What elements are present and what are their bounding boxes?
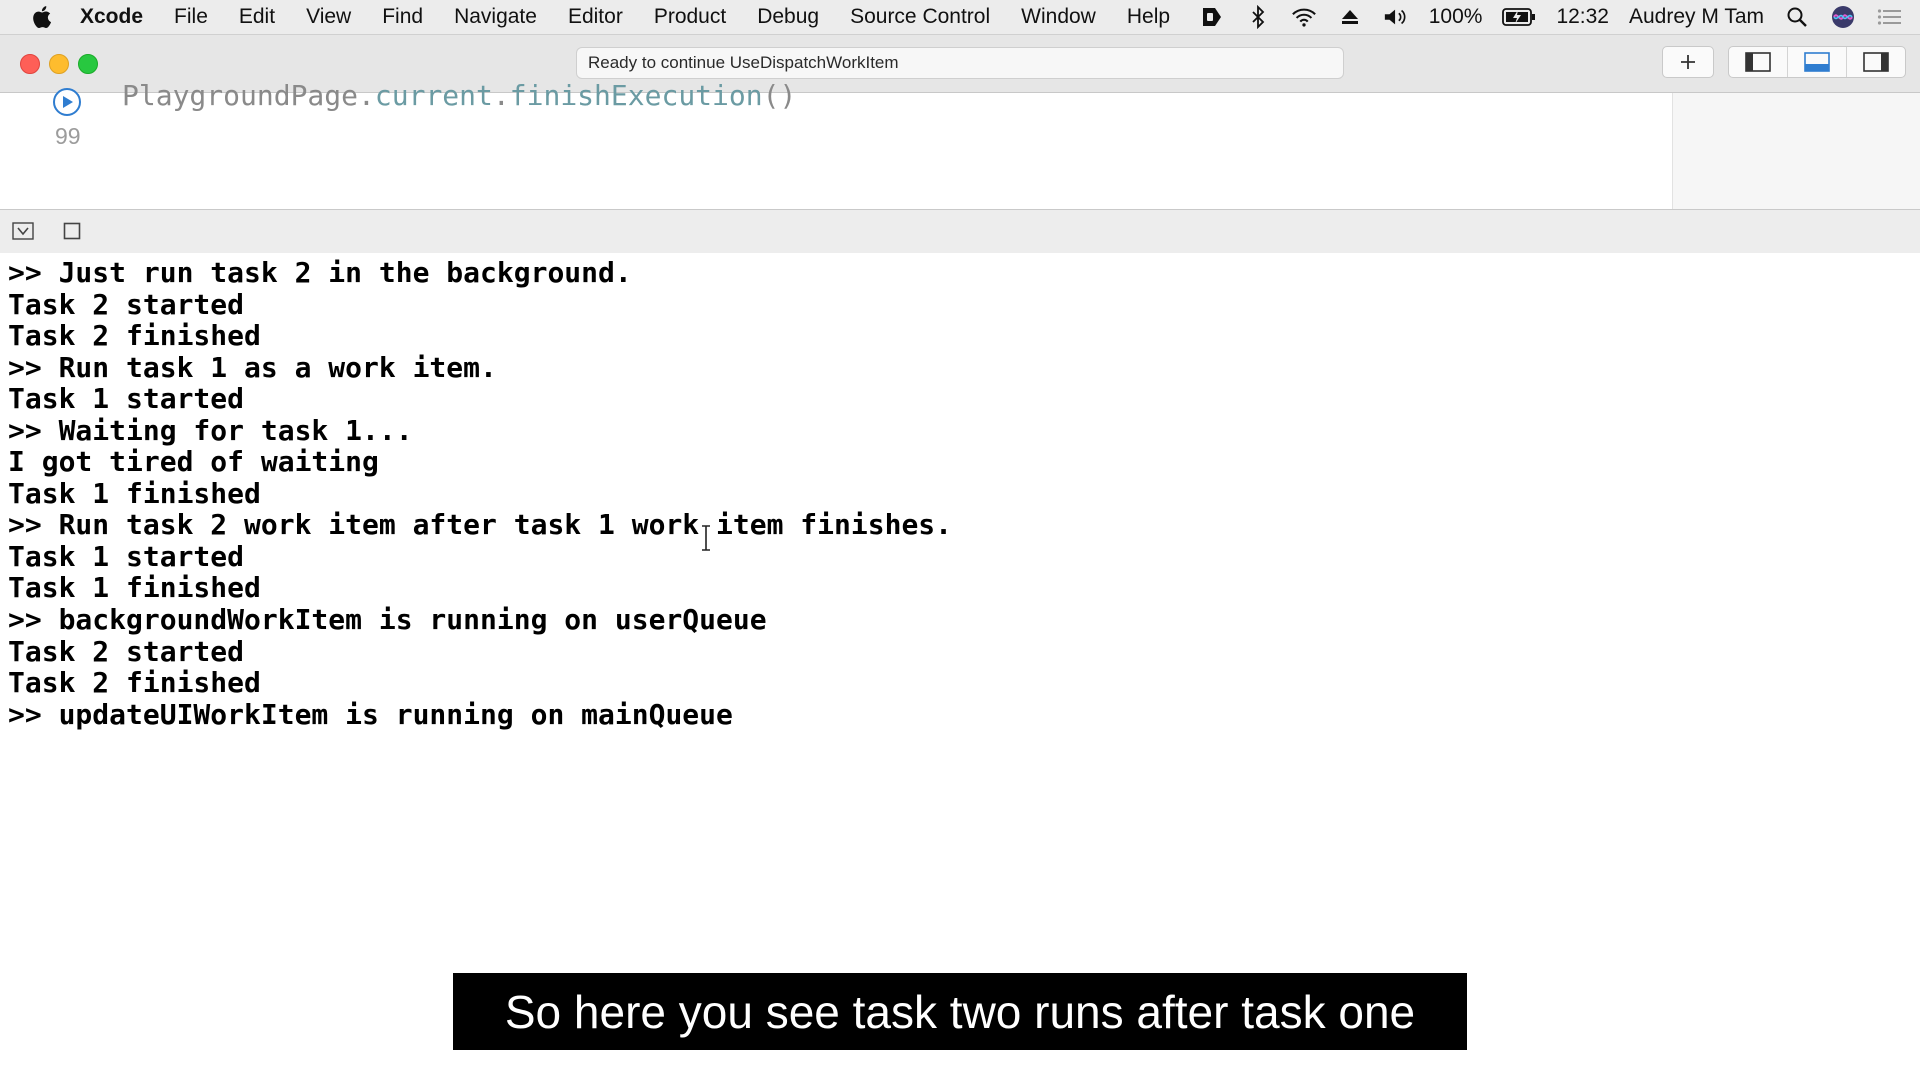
console-line: >> Waiting for task 1... <box>8 414 413 447</box>
menu-debug[interactable]: Debug <box>757 5 819 29</box>
line-number: 99 <box>55 123 81 149</box>
minimize-window-button[interactable] <box>49 54 69 74</box>
code-identifier: current <box>374 79 493 112</box>
code-text: . <box>492 79 510 112</box>
code-text: PlaygroundPage. <box>122 79 375 112</box>
console-line: Task 1 finished <box>8 571 261 604</box>
menu-product[interactable]: Product <box>654 5 726 29</box>
debug-bar <box>0 209 1920 254</box>
battery-icon[interactable] <box>1502 5 1536 29</box>
navigator-toggle-button[interactable] <box>1729 47 1788 77</box>
console-line: >> Just run task 2 in the background. <box>8 256 632 289</box>
add-library-button[interactable] <box>1662 46 1714 78</box>
debug-area-toggle-button[interactable] <box>1788 47 1847 77</box>
code-line-98[interactable]: PlaygroundPage.current.finishExecution() <box>122 79 796 112</box>
code-identifier: finishExecution <box>509 79 763 112</box>
menu-view[interactable]: View <box>306 5 351 29</box>
menu-find[interactable]: Find <box>382 5 423 29</box>
siri-icon[interactable] <box>1830 5 1856 29</box>
video-caption: So here you see task two runs after task… <box>453 973 1467 1050</box>
close-window-button[interactable] <box>20 54 40 74</box>
battery-percent: 100% <box>1428 5 1483 28</box>
console-line: Task 1 finished <box>8 477 261 510</box>
clock[interactable]: 12:32 <box>1556 5 1609 29</box>
volume-icon[interactable] <box>1383 5 1409 29</box>
hide-debug-area-button[interactable] <box>12 221 34 241</box>
text-cursor-icon <box>702 525 710 551</box>
menu-file[interactable]: File <box>174 5 208 29</box>
navigator-toggle-icon <box>1745 52 1771 72</box>
notification-center-icon[interactable] <box>1876 5 1902 29</box>
source-editor[interactable]: PlaygroundPage.current.finishExecution()… <box>0 79 1672 209</box>
console-line: Task 1 started <box>8 382 245 415</box>
user-name[interactable]: Audrey M Tam <box>1629 5 1764 29</box>
menu-help[interactable]: Help <box>1127 5 1170 29</box>
console-line: >> Run task 2 work item after task 1 wor… <box>8 508 953 541</box>
menu-app-xcode[interactable]: Xcode <box>80 5 143 29</box>
menu-bar: Xcode File Edit View Find Navigate Edito… <box>0 0 1920 35</box>
console-line: Task 2 started <box>8 288 245 321</box>
wifi-icon[interactable] <box>1291 5 1317 29</box>
stop-playground-button[interactable] <box>61 221 83 241</box>
plus-icon <box>1681 55 1695 69</box>
console-line: I got tired of waiting <box>8 445 379 478</box>
run-line-icon[interactable] <box>52 87 82 117</box>
menu-source-control[interactable]: Source Control <box>850 5 990 29</box>
collapse-debug-icon <box>12 222 34 240</box>
menu-edit[interactable]: Edit <box>239 5 275 29</box>
menu-bar-status-area: 100% 12:32 Audrey M Tam <box>1199 0 1902 34</box>
console-line: >> updateUIWorkItem is running on mainQu… <box>8 698 733 731</box>
console-line: Task 1 started <box>8 540 245 573</box>
eject-icon[interactable] <box>1337 5 1363 29</box>
menu-editor[interactable]: Editor <box>568 5 623 29</box>
search-icon[interactable] <box>1784 5 1810 29</box>
code-text: () <box>762 79 797 112</box>
console-line: Task 2 finished <box>8 319 261 352</box>
console-line: >> backgroundWorkItem is running on user… <box>8 603 767 636</box>
editor-layout-segmented-control <box>1728 46 1906 78</box>
console-output[interactable]: >> Just run task 2 in the background. Ta… <box>0 253 1920 1080</box>
debug-area-toggle-icon <box>1804 52 1830 72</box>
inspector-toggle-button[interactable] <box>1847 47 1905 77</box>
bluetooth-icon[interactable] <box>1245 5 1271 29</box>
inspector-toggle-icon <box>1863 52 1889 72</box>
zoom-window-button[interactable] <box>78 54 98 74</box>
menu-navigate[interactable]: Navigate <box>454 5 537 29</box>
square-icon <box>63 222 81 240</box>
screen-record-icon[interactable] <box>1199 5 1225 29</box>
console-line: >> Run task 1 as a work item. <box>8 351 497 384</box>
menu-window[interactable]: Window <box>1021 5 1096 29</box>
activity-status-view: Ready to continue UseDispatchWorkItem <box>576 47 1344 79</box>
console-line: Task 2 started <box>8 635 245 668</box>
apple-icon[interactable] <box>30 4 56 30</box>
console-line: Task 2 finished <box>8 666 261 699</box>
results-sidebar <box>1672 93 1920 209</box>
